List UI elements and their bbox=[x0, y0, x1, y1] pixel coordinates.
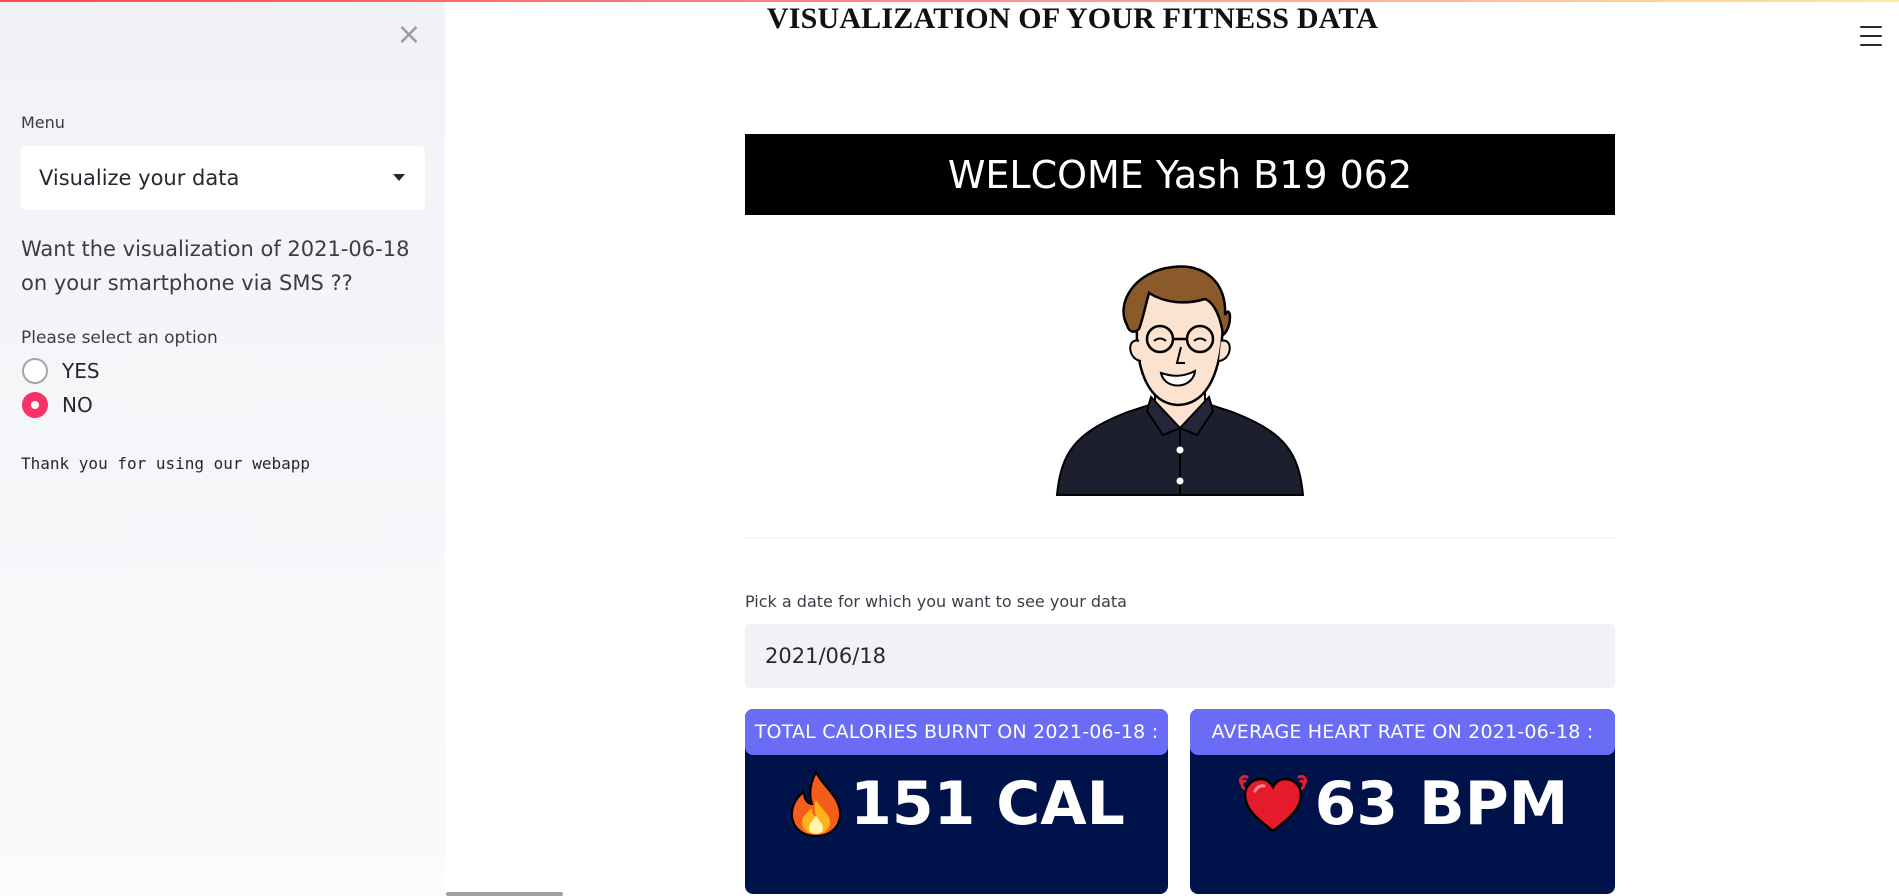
heart-rate-card: AVERAGE HEART RATE ON 2021-06-18 : 63 BP… bbox=[1190, 709, 1615, 894]
fire-icon bbox=[791, 770, 842, 838]
date-input[interactable]: 2021/06/18 bbox=[745, 624, 1615, 688]
radio-label-yes: YES bbox=[62, 359, 100, 383]
hamburger-menu-icon[interactable] bbox=[1860, 26, 1882, 46]
date-label: Pick a date for which you want to see yo… bbox=[745, 592, 1127, 611]
calories-card: TOTAL CALORIES BURNT ON 2021-06-18 : 151… bbox=[745, 709, 1168, 894]
radio-option-no[interactable]: NO bbox=[22, 390, 93, 420]
horizontal-scrollbar[interactable] bbox=[446, 892, 563, 896]
calories-header-text: TOTAL CALORIES BURNT ON 2021-06-18 : bbox=[754, 721, 1159, 743]
calories-value: 151 CAL bbox=[850, 769, 1125, 839]
heart-icon bbox=[1238, 775, 1307, 833]
heart-rate-value-row: 63 BPM bbox=[1190, 769, 1615, 839]
radio-button-no[interactable] bbox=[22, 392, 48, 418]
thank-you-text: Thank you for using our webapp bbox=[21, 454, 310, 473]
radio-option-yes[interactable]: YES bbox=[22, 356, 100, 386]
close-icon[interactable]: × bbox=[392, 18, 426, 52]
chevron-down-icon bbox=[393, 174, 405, 181]
top-decoration-line bbox=[0, 0, 1899, 2]
page-title: VISUALIZATION OF YOUR FITNESS DATA bbox=[766, 2, 1379, 35]
menu-select[interactable]: Visualize your data bbox=[21, 146, 425, 210]
date-input-value: 2021/06/18 bbox=[765, 644, 887, 668]
radio-button-yes[interactable] bbox=[22, 358, 48, 384]
welcome-banner: WELCOME Yash B19 062 bbox=[745, 134, 1615, 215]
user-avatar-illustration bbox=[1055, 263, 1305, 498]
heart-rate-card-header: AVERAGE HEART RATE ON 2021-06-18 : bbox=[1190, 709, 1615, 755]
welcome-text: WELCOME Yash B19 062 bbox=[947, 152, 1413, 197]
menu-select-value: Visualize your data bbox=[39, 166, 240, 190]
calories-card-header: TOTAL CALORIES BURNT ON 2021-06-18 : bbox=[745, 709, 1168, 755]
sms-question-text: Want the visualization of 2021-06-18 on … bbox=[21, 237, 410, 295]
menu-label: Menu bbox=[21, 113, 65, 132]
radio-label-no: NO bbox=[62, 393, 93, 417]
divider bbox=[745, 538, 1615, 539]
heart-rate-value: 63 BPM bbox=[1314, 769, 1569, 839]
sidebar: × Menu Visualize your data Want the visu… bbox=[0, 0, 445, 896]
option-label: Please select an option bbox=[21, 328, 218, 348]
heart-rate-header-text: AVERAGE HEART RATE ON 2021-06-18 : bbox=[1211, 721, 1594, 743]
calories-value-row: 151 CAL bbox=[745, 769, 1168, 839]
